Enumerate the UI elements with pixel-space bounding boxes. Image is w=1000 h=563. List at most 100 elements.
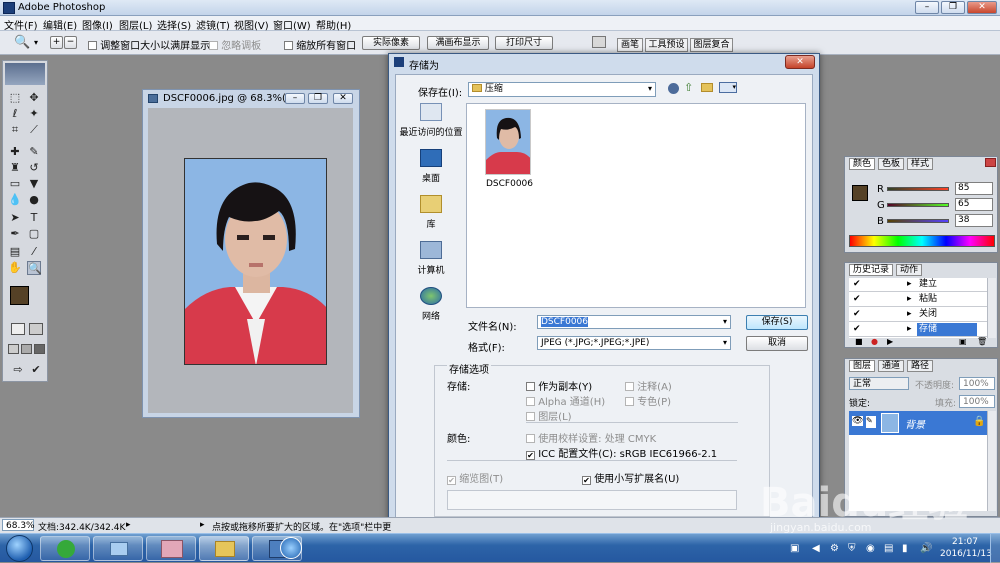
clock-date[interactable]: 2016/11/13 <box>940 549 992 559</box>
doc-minimize-button[interactable]: – <box>285 93 305 104</box>
maximize-button[interactable]: ❐ <box>941 1 965 14</box>
place-recent[interactable]: 最近访问的位置 <box>396 103 466 138</box>
menu-layer[interactable]: 图层(L) <box>119 17 152 32</box>
brush-link-icon[interactable]: ✎ <box>866 416 876 428</box>
taskbar-image-button[interactable] <box>146 536 196 561</box>
show-desktop-button[interactable] <box>990 534 1000 563</box>
fit-screen-button[interactable]: 满画布显示 <box>427 36 489 50</box>
canvas-area[interactable] <box>148 108 353 413</box>
tray-app-icon[interactable]: ⚙ <box>830 543 839 554</box>
hand-tool-icon[interactable]: ✋ <box>8 261 22 275</box>
foreground-color-swatch[interactable] <box>10 286 29 305</box>
zoom-out-icon[interactable]: − <box>64 36 77 49</box>
file-thumbnail[interactable] <box>485 109 531 175</box>
zoom-tool-icon[interactable]: 🔍 <box>14 35 30 50</box>
back-icon[interactable] <box>668 83 679 94</box>
actual-pixels-button[interactable]: 实际像素 <box>362 36 420 50</box>
menu-help[interactable]: 帮助(H) <box>316 17 351 32</box>
screen-mode-full-icon[interactable] <box>34 344 45 354</box>
resize-windows-option[interactable]: 调整窗口大小以满屏显示 <box>88 37 210 52</box>
layer-row[interactable]: 👁 ✎ 背景 🔒 <box>849 411 987 435</box>
r-input[interactable]: 85 <box>955 182 993 195</box>
file-list[interactable]: DSCF0006 <box>466 103 806 308</box>
place-desktop[interactable]: 桌面 <box>396 149 466 184</box>
annotations-option[interactable]: 注释(A) <box>625 378 672 393</box>
layers-option[interactable]: 图层(L) <box>526 408 572 423</box>
fill-input[interactable]: 100% <box>959 395 995 408</box>
tab-history[interactable]: 历史记录 <box>849 264 894 276</box>
quick-mask-icon[interactable] <box>29 323 43 335</box>
healing-brush-tool-icon[interactable]: ✚ <box>8 145 22 159</box>
eraser-tool-icon[interactable]: ▭ <box>8 177 22 191</box>
stop-icon[interactable]: ■ <box>855 337 863 346</box>
opacity-input[interactable]: 100% <box>959 377 995 390</box>
up-folder-icon[interactable]: ⇧ <box>684 81 693 94</box>
tray-security-icon[interactable]: ◉ <box>866 543 875 554</box>
resize-windows-checkbox[interactable] <box>88 41 97 50</box>
cancel-button[interactable]: 取消 <box>746 336 808 351</box>
place-library[interactable]: 库 <box>396 195 466 230</box>
dodge-tool-icon[interactable]: ● <box>27 193 41 207</box>
save-button[interactable]: 保存(S) <box>746 315 808 330</box>
lasso-tool-icon[interactable]: ℓ <box>8 107 22 121</box>
tab-layers[interactable]: 图层 <box>849 360 876 372</box>
lowercase-option[interactable]: ✔ 使用小写扩展名(U) <box>582 470 679 485</box>
path-selection-tool-icon[interactable]: ➤ <box>8 211 22 225</box>
history-brush-tool-icon[interactable]: ↺ <box>27 161 41 175</box>
layers-scrollbar[interactable] <box>987 411 996 511</box>
history-scrollbar[interactable] <box>987 278 996 338</box>
start-button[interactable] <box>6 535 33 562</box>
screen-mode-full-menu-icon[interactable] <box>21 344 32 354</box>
ignore-palettes-checkbox[interactable] <box>209 41 218 50</box>
zoom-in-icon[interactable]: + <box>50 36 63 49</box>
thumbnail-option[interactable]: ✔ 缩览图(T) <box>447 470 503 485</box>
magic-wand-tool-icon[interactable]: ✦ <box>27 107 41 121</box>
tab-styles[interactable]: 样式 <box>907 158 934 170</box>
tray-network-icon[interactable]: ▣ <box>790 543 799 554</box>
b-input[interactable]: 38 <box>955 214 993 227</box>
icc-option[interactable]: ✔ ICC 配置文件(C): sRGB IEC61966-2.1 <box>526 445 717 460</box>
new-folder-icon[interactable] <box>701 83 713 92</box>
icc-checkbox[interactable]: ✔ <box>526 451 535 460</box>
tab-color[interactable]: 颜色 <box>849 158 876 170</box>
spot-option[interactable]: 专色(P) <box>625 393 671 408</box>
b-slider[interactable] <box>887 219 949 223</box>
alpha-checkbox[interactable] <box>526 397 535 406</box>
clock-time[interactable]: 21:07 <box>952 537 978 547</box>
zoom-level-input[interactable]: 68.3% <box>2 519 35 531</box>
blur-tool-icon[interactable]: 💧 <box>8 193 22 207</box>
history-item-selected[interactable]: ✔ ▸ 存储 <box>849 323 987 337</box>
taskbar-explorer-button[interactable] <box>199 536 249 561</box>
play-icon[interactable]: ▶ <box>887 337 893 346</box>
history-item[interactable]: ✔ ▸ 粘贴 <box>849 293 987 307</box>
save-in-dropdown[interactable]: 压缩 ▾ <box>468 82 656 97</box>
menu-view[interactable]: 视图(V) <box>234 17 269 32</box>
tray-shield-icon[interactable]: ⛨ <box>848 543 856 554</box>
shape-tool-icon[interactable]: ▢ <box>27 227 41 241</box>
color-fg-swatch[interactable] <box>852 185 868 201</box>
zoom-all-option[interactable]: 缩放所有窗口 <box>284 37 356 52</box>
lowercase-checkbox[interactable]: ✔ <box>582 476 591 485</box>
paint-bucket-tool-icon[interactable]: ▼ <box>27 177 41 191</box>
menu-select[interactable]: 选择(S) <box>157 17 191 32</box>
panel-close-button[interactable] <box>985 158 996 167</box>
alpha-option[interactable]: Alpha 通道(H) <box>526 393 605 408</box>
place-network[interactable]: 网络 <box>396 287 466 322</box>
tab-channels[interactable]: 通道 <box>878 360 905 372</box>
menu-window[interactable]: 窗口(W) <box>273 17 311 32</box>
format-dropdown-icon[interactable]: ▾ <box>723 337 727 349</box>
jump-to-imageready-icon[interactable]: ⇨ <box>11 363 25 377</box>
zoom-all-checkbox[interactable] <box>284 41 293 50</box>
tray-signal-icon[interactable]: ▮ <box>902 543 908 554</box>
as-copy-checkbox[interactable] <box>526 382 535 391</box>
doc-size-menu-icon[interactable]: ▸ <box>126 520 131 530</box>
standard-mode-icon[interactable] <box>11 323 25 335</box>
menu-image[interactable]: 图像(I) <box>82 17 113 32</box>
view-menu-icon[interactable]: ▾ <box>719 82 737 93</box>
doc-close-button[interactable]: ✕ <box>333 93 353 104</box>
history-item[interactable]: ✔ ▸ 关闭 <box>849 308 987 322</box>
tool-preset-arrow-icon[interactable]: ▾ <box>34 38 38 47</box>
g-input[interactable]: 65 <box>955 198 993 211</box>
print-size-button[interactable]: 打印尺寸 <box>495 36 553 50</box>
palette-well-icon[interactable] <box>592 36 606 48</box>
